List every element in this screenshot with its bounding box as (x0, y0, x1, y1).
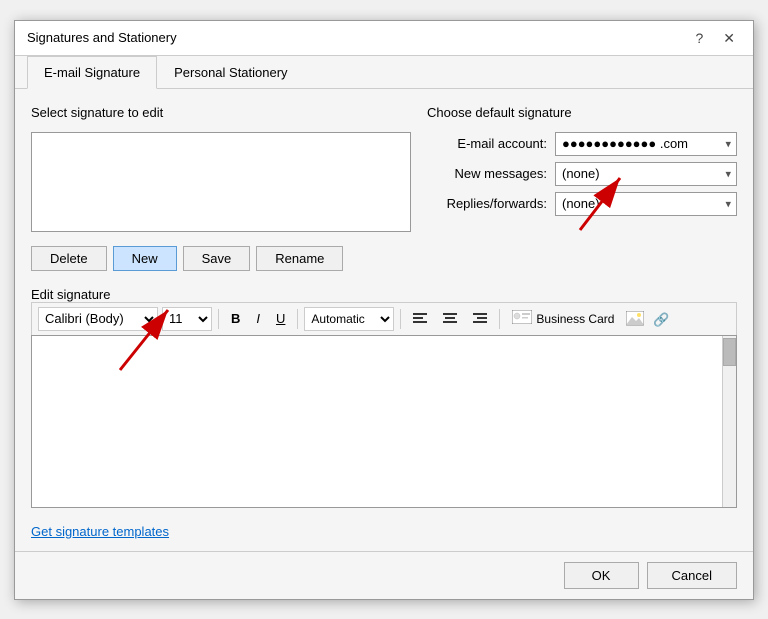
footer-links: Get signature templates (31, 524, 737, 539)
new-messages-select[interactable]: (none) (555, 162, 737, 186)
insert-picture-button[interactable] (624, 308, 646, 330)
align-right-icon (473, 313, 487, 325)
title-bar-controls: ? ✕ (689, 29, 741, 47)
ok-button[interactable]: OK (564, 562, 639, 589)
delete-button[interactable]: Delete (31, 246, 107, 271)
toolbar-divider-4 (499, 309, 500, 329)
tabs-bar: E-mail Signature Personal Stationery (15, 56, 753, 89)
two-col-section: Select signature to edit Choose default … (31, 105, 737, 232)
align-left-button[interactable] (407, 307, 433, 331)
align-center-icon (443, 313, 457, 325)
hyperlink-icon: 🔗 (652, 311, 670, 327)
email-account-row: E-mail account: ●●●●●●●●●●●● .com (427, 132, 737, 156)
edit-sig-label: Edit signature (31, 287, 737, 302)
save-button[interactable]: Save (183, 246, 251, 271)
new-button[interactable]: New (113, 246, 177, 271)
toolbar-divider-3 (400, 309, 401, 329)
align-center-button[interactable] (437, 307, 463, 331)
tab-email-signature[interactable]: E-mail Signature (27, 56, 157, 89)
new-messages-row: New messages: (none) (427, 162, 737, 186)
edit-signature-section: Edit signature Calibri (Body) 11 B I U A… (31, 283, 737, 508)
toolbar-divider-1 (218, 309, 219, 329)
toolbar-divider-2 (297, 309, 298, 329)
business-card-icon (512, 310, 532, 327)
right-column: Choose default signature E-mail account:… (427, 105, 737, 232)
replies-forwards-select[interactable]: (none) (555, 192, 737, 216)
underline-button[interactable]: U (270, 307, 291, 331)
align-right-button[interactable] (467, 307, 493, 331)
rename-button[interactable]: Rename (256, 246, 343, 271)
font-size-select[interactable]: 11 (162, 307, 212, 331)
dialog-footer: OK Cancel (15, 551, 753, 599)
help-button[interactable]: ? (689, 29, 709, 47)
signature-edit-area[interactable] (31, 335, 737, 508)
scrollbar[interactable] (722, 336, 736, 507)
email-account-select[interactable]: ●●●●●●●●●●●● .com (555, 132, 737, 156)
choose-default-label: Choose default signature (427, 105, 737, 120)
italic-button[interactable]: I (250, 307, 266, 331)
font-name-select[interactable]: Calibri (Body) (38, 307, 158, 331)
dialog-body: Select signature to edit Choose default … (15, 89, 753, 551)
replies-forwards-label: Replies/forwards: (427, 196, 547, 211)
cancel-button[interactable]: Cancel (647, 562, 737, 589)
business-card-button[interactable]: Business Card (506, 307, 620, 331)
default-sig-group: E-mail account: ●●●●●●●●●●●● .com New me… (427, 132, 737, 216)
sig-edit-wrapper (31, 335, 737, 508)
select-sig-label: Select signature to edit (31, 105, 411, 120)
replies-forwards-select-wrapper: (none) (555, 192, 737, 216)
get-templates-link[interactable]: Get signature templates (31, 524, 169, 539)
dialog-title: Signatures and Stationery (27, 30, 177, 45)
align-left-icon (413, 313, 427, 325)
svg-text:🔗: 🔗 (653, 311, 669, 327)
email-account-select-wrapper: ●●●●●●●●●●●● .com (555, 132, 737, 156)
insert-picture-icon (626, 311, 644, 327)
signature-listbox[interactable] (31, 132, 411, 232)
font-color-select[interactable]: Automatic (304, 307, 394, 331)
hyperlink-button[interactable]: 🔗 (650, 308, 672, 330)
formatting-toolbar: Calibri (Body) 11 B I U Automatic (31, 302, 737, 335)
close-button[interactable]: ✕ (717, 29, 741, 47)
bold-button[interactable]: B (225, 307, 246, 331)
signature-btn-row: Delete New Save Rename (31, 246, 737, 271)
email-account-label: E-mail account: (427, 136, 547, 151)
title-bar: Signatures and Stationery ? ✕ (15, 21, 753, 56)
tab-personal-stationery[interactable]: Personal Stationery (157, 56, 304, 89)
new-messages-label: New messages: (427, 166, 547, 181)
business-card-label: Business Card (536, 312, 614, 326)
signatures-stationery-dialog: Signatures and Stationery ? ✕ E-mail Sig… (14, 20, 754, 600)
replies-forwards-row: Replies/forwards: (none) (427, 192, 737, 216)
scrollbar-thumb (723, 338, 736, 366)
left-column: Select signature to edit (31, 105, 411, 232)
new-messages-select-wrapper: (none) (555, 162, 737, 186)
